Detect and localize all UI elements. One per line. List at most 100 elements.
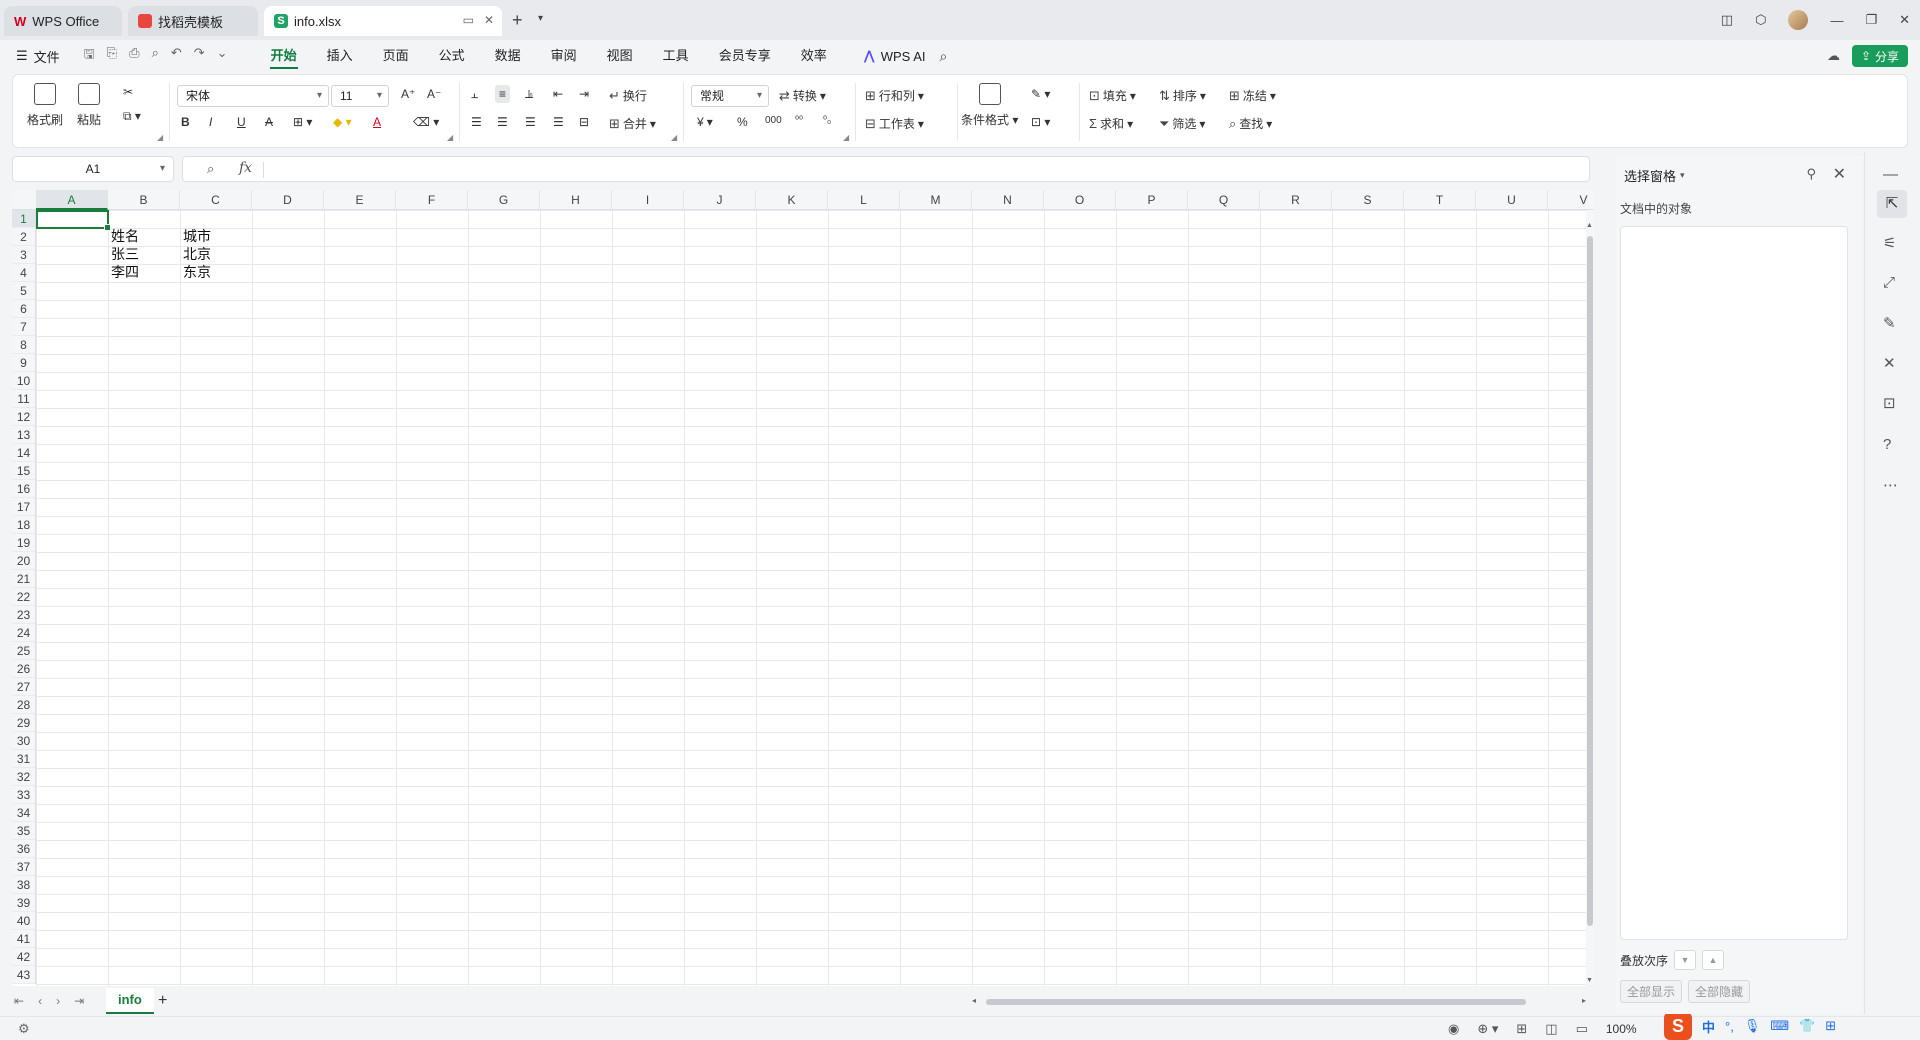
thousands-button[interactable]: 000 <box>765 115 782 126</box>
cell-B2[interactable]: 姓名 <box>108 228 180 246</box>
column-header-N[interactable]: N <box>972 190 1044 210</box>
column-header-F[interactable]: F <box>396 190 468 210</box>
column-header-L[interactable]: L <box>828 190 900 210</box>
copy-icon[interactable]: ⧉ ▾ <box>123 109 141 124</box>
row-header-3[interactable]: 3 <box>12 246 35 264</box>
object-list[interactable] <box>1620 226 1848 940</box>
undo-icon[interactable]: ↶ <box>171 45 182 67</box>
scroll-up-icon[interactable]: ▲ <box>1586 222 1593 229</box>
row-header-6[interactable]: 6 <box>12 300 35 318</box>
row-header-35[interactable]: 35 <box>12 822 35 840</box>
cube-icon[interactable]: ⬡ <box>1755 12 1766 28</box>
menu-page[interactable]: 页面 <box>368 40 424 72</box>
row-header-23[interactable]: 23 <box>12 606 35 624</box>
bold-button[interactable]: B <box>181 115 190 129</box>
cell-area[interactable]: 姓名 城市 张三 北京 李四 东京 <box>36 210 1594 986</box>
hscroll-thumb[interactable] <box>986 999 1526 1005</box>
next-sheet-icon[interactable]: › <box>56 994 60 1008</box>
row-header-9[interactable]: 9 <box>12 354 35 372</box>
row-header-7[interactable]: 7 <box>12 318 35 336</box>
fill-color-icon[interactable]: ◆ ▾ <box>333 115 352 129</box>
row-header-11[interactable]: 11 <box>12 390 35 408</box>
redo-icon[interactable]: ↷ <box>194 45 205 67</box>
align-left-icon[interactable]: ☰ <box>471 115 482 129</box>
eye-icon[interactable]: ◉ <box>1448 1021 1459 1037</box>
page-view-icon[interactable]: ◫ <box>1545 1021 1557 1037</box>
help-icon[interactable]: ? <box>1883 436 1891 453</box>
horizontal-scrollbar[interactable]: ◂ ▸ <box>972 996 1586 1005</box>
row-header-39[interactable]: 39 <box>12 894 35 912</box>
avatar[interactable] <box>1788 10 1809 30</box>
punctuation-icon[interactable]: °, <box>1725 1019 1734 1034</box>
row-header-4[interactable]: 4 <box>12 264 35 282</box>
percent-button[interactable]: % <box>737 115 748 129</box>
row-header-2[interactable]: 2 <box>12 228 35 246</box>
focus-icon[interactable]: ⊕ ▾ <box>1477 1021 1498 1037</box>
strikethrough-button[interactable]: A <box>265 115 273 129</box>
new-tab-icon[interactable]: + <box>512 10 523 31</box>
sogou-logo-icon[interactable]: S <box>1664 1012 1692 1040</box>
scroll-thumb[interactable] <box>1587 236 1593 926</box>
reading-icon[interactable]: ⊡ <box>1883 394 1896 412</box>
share-button[interactable]: ⇪ 分享 <box>1852 45 1908 67</box>
column-header-Q[interactable]: Q <box>1188 190 1260 210</box>
find-button[interactable]: ⌕ 查找 ▾ <box>1229 115 1272 132</box>
indent-decrease-icon[interactable]: ⇤ <box>553 87 563 101</box>
fill-button[interactable]: ⊡ 填充 ▾ <box>1089 87 1136 104</box>
window-icon[interactable]: ▭ <box>463 13 474 27</box>
close-tab-icon[interactable]: ✕ <box>484 13 494 27</box>
row-header-37[interactable]: 37 <box>12 858 35 876</box>
scroll-right-icon[interactable]: ▸ <box>1582 996 1586 1005</box>
export-icon[interactable]: ⎘ <box>107 45 117 67</box>
column-header-V[interactable]: V <box>1548 190 1594 210</box>
cut-icon[interactable]: ✂ <box>123 85 133 99</box>
row-header-20[interactable]: 20 <box>12 552 35 570</box>
increase-font-icon[interactable]: A⁺ <box>401 87 415 101</box>
worksheet-button[interactable]: ⊟ 工作表 ▾ <box>865 115 924 132</box>
column-header-R[interactable]: R <box>1260 190 1332 210</box>
column-header-A[interactable]: A <box>36 190 108 210</box>
align-right-icon[interactable]: ☰ <box>525 115 536 129</box>
eraser-icon[interactable]: ⌫ ▾ <box>413 115 439 129</box>
wps-ai-button[interactable]: ⋀ WPS AI <box>864 48 926 64</box>
column-header-M[interactable]: M <box>900 190 972 210</box>
select-pointer-icon[interactable]: ⇱ <box>1877 190 1907 218</box>
prev-sheet-icon[interactable]: ‹ <box>38 994 42 1008</box>
menu-start[interactable]: 开始 <box>256 40 312 72</box>
row-header-16[interactable]: 16 <box>12 480 35 498</box>
format-painter-button[interactable]: 格式刷 <box>27 83 63 128</box>
print-icon[interactable]: ⎙ <box>129 45 139 67</box>
align-middle-icon[interactable]: ≡ <box>495 85 511 103</box>
row-header-43[interactable]: 43 <box>12 966 35 984</box>
number-format-select[interactable]: 常规 ▾ <box>691 85 769 107</box>
ime-language[interactable]: 中 <box>1702 1017 1715 1036</box>
row-header-12[interactable]: 12 <box>12 408 35 426</box>
row-header-17[interactable]: 17 <box>12 498 35 516</box>
row-header-19[interactable]: 19 <box>12 534 35 552</box>
wrap-text-button[interactable]: ↵ 换行 <box>609 87 647 104</box>
close-window-icon[interactable]: ✕ <box>1899 12 1910 28</box>
tab-template[interactable]: 找稻壳模板 <box>128 6 258 36</box>
row-header-30[interactable]: 30 <box>12 732 35 750</box>
add-sheet-button[interactable]: + <box>158 992 167 1010</box>
menu-data[interactable]: 数据 <box>480 40 536 72</box>
column-header-J[interactable]: J <box>684 190 756 210</box>
align-center-icon[interactable]: ☰ <box>497 115 508 129</box>
sheet-tab-info[interactable]: info <box>106 988 154 1014</box>
column-header-K[interactable]: K <box>756 190 828 210</box>
close-pane-icon[interactable]: ✕ <box>1833 164 1846 184</box>
menu-insert[interactable]: 插入 <box>312 40 368 72</box>
menu-member[interactable]: 会员专享 <box>704 40 786 72</box>
cell-C2[interactable]: 城市 <box>180 228 252 246</box>
row-header-13[interactable]: 13 <box>12 426 35 444</box>
spreadsheet-grid[interactable]: ABCDEFGHIJKLMNOPQRSTUV 1 2 3 4 5 6 7 8 9 10 11 12 13… <box>12 190 1594 986</box>
merge-button[interactable]: ⊞ 合并 ▾ <box>609 115 656 132</box>
convert-button[interactable]: ⇄ 转换 ▾ <box>779 87 826 104</box>
row-header-25[interactable]: 25 <box>12 642 35 660</box>
row-header-10[interactable]: 10 <box>12 372 35 390</box>
conditional-format-button[interactable]: 条件格式 ▾ <box>961 83 1018 128</box>
row-header-38[interactable]: 38 <box>12 876 35 894</box>
column-header-C[interactable]: C <box>180 190 252 210</box>
chart-edit-icon[interactable]: ✎ <box>1883 314 1896 332</box>
menu-tools[interactable]: 工具 <box>648 40 704 72</box>
